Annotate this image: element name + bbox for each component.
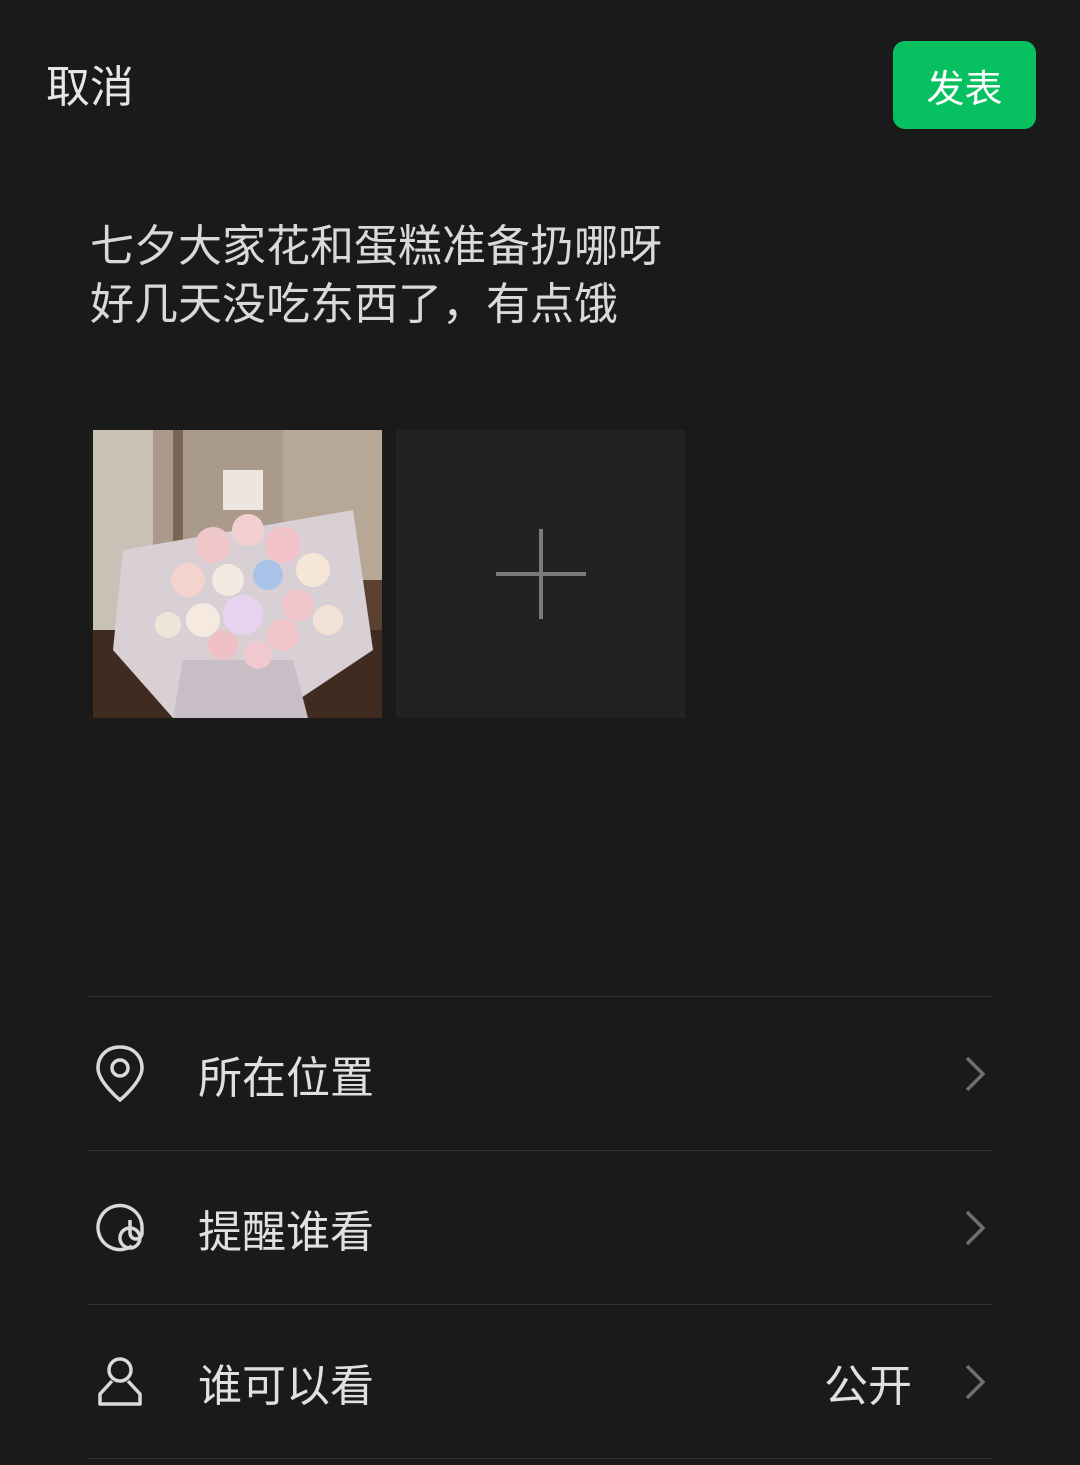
person-icon [88,1350,152,1414]
at-sign-icon [88,1196,152,1260]
option-label: 所在位置 [198,1052,374,1104]
option-label: 谁可以看 [198,1360,374,1412]
publish-button[interactable]: 发表 [893,41,1036,129]
chevron-right-icon [960,1206,990,1250]
post-text[interactable]: 七夕大家花和蛋糕准备扔哪呀 好几天没吃东西了，有点饿 [90,218,990,334]
chevron-right-icon [960,1360,990,1404]
visibility-value: 公开 [824,1360,912,1412]
cancel-button[interactable]: 取消 [46,58,134,118]
location-pin-icon [88,1042,152,1106]
add-photo-button[interactable] [396,430,685,718]
post-text-line: 七夕大家花和蛋糕准备扔哪呀 [90,221,662,272]
option-visibility[interactable]: 谁可以看 公开 [88,1305,992,1459]
option-label: 提醒谁看 [198,1206,374,1258]
media-grid [93,430,685,718]
chevron-right-icon [960,1052,990,1096]
options-list: 所在位置 提醒谁看 谁可以看 公开 [88,996,992,1459]
plus-icon [495,529,586,619]
option-mention[interactable]: 提醒谁看 [88,1151,992,1305]
option-location[interactable]: 所在位置 [88,997,992,1151]
photo-thumbnail[interactable] [93,430,382,718]
flower-bouquet-photo [93,430,382,718]
post-text-line: 好几天没吃东西了，有点饿 [90,279,618,330]
